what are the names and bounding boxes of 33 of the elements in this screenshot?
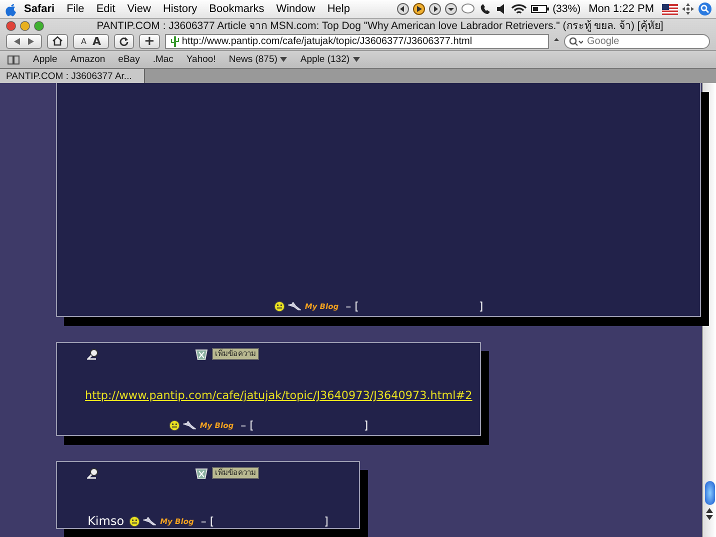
menu-item[interactable]: Window	[270, 3, 322, 15]
menu-item[interactable]: Edit	[90, 3, 122, 15]
bookmark-link[interactable]: .Mac	[152, 54, 174, 65]
author-name[interactable]: Kimso	[88, 514, 124, 528]
bookmark-link[interactable]: Apple	[33, 54, 58, 65]
bigger-text-label: A	[92, 34, 101, 48]
search-field[interactable]: Google	[564, 34, 710, 48]
bookmark-folder[interactable]: Apple (132)	[300, 54, 360, 65]
address-field[interactable]: http://www.pantip.com/cafe/jatujak/topic/J3606377/J3606377.html	[164, 34, 549, 48]
bookmark-link[interactable]: eBay	[118, 54, 140, 65]
text-size-button[interactable]: A A	[73, 34, 109, 48]
bracket-close: ]	[324, 514, 328, 528]
bookmark-link[interactable]: Amazon	[70, 54, 106, 65]
topic-link[interactable]: http://www.pantip.com/cafe/jatujak/topic/J3640973/J3640973.html#2	[85, 389, 472, 402]
menu-item[interactable]: File	[60, 3, 90, 15]
menu-item[interactable]: Help	[321, 3, 356, 15]
menu-item[interactable]: History	[156, 3, 204, 15]
window-title: PANTIP.COM : J3606377 Article จาก MSN.com: Top Dog "Why American love Labrador Retrievers." (กระทู้ ขยล. จ้า) [คุ้หัย]	[96, 19, 664, 34]
bracket-open: – [	[346, 300, 359, 313]
bracket-close: ]	[478, 300, 484, 313]
browser-tab[interactable]: PANTIP.COM : J3606377 Ar...	[0, 69, 145, 83]
bracket-close: ]	[364, 419, 368, 432]
menu-clock[interactable]: Mon 1:22 PM	[584, 3, 658, 15]
menu-item[interactable]: Bookmarks	[203, 3, 270, 15]
bookmark-link[interactable]: Yahoo!	[186, 54, 216, 65]
bracket-open: – [	[200, 514, 214, 528]
smaller-text-label: A	[81, 36, 86, 46]
app-menu[interactable]: Safari	[18, 3, 61, 15]
bookmark-folder[interactable]: News (875)	[228, 54, 288, 65]
battery-percentage: (33%)	[552, 3, 581, 15]
bracket-open: – [	[240, 419, 254, 432]
menu-item[interactable]: View	[121, 3, 157, 15]
add-bookmark-button[interactable]: +	[139, 34, 160, 48]
